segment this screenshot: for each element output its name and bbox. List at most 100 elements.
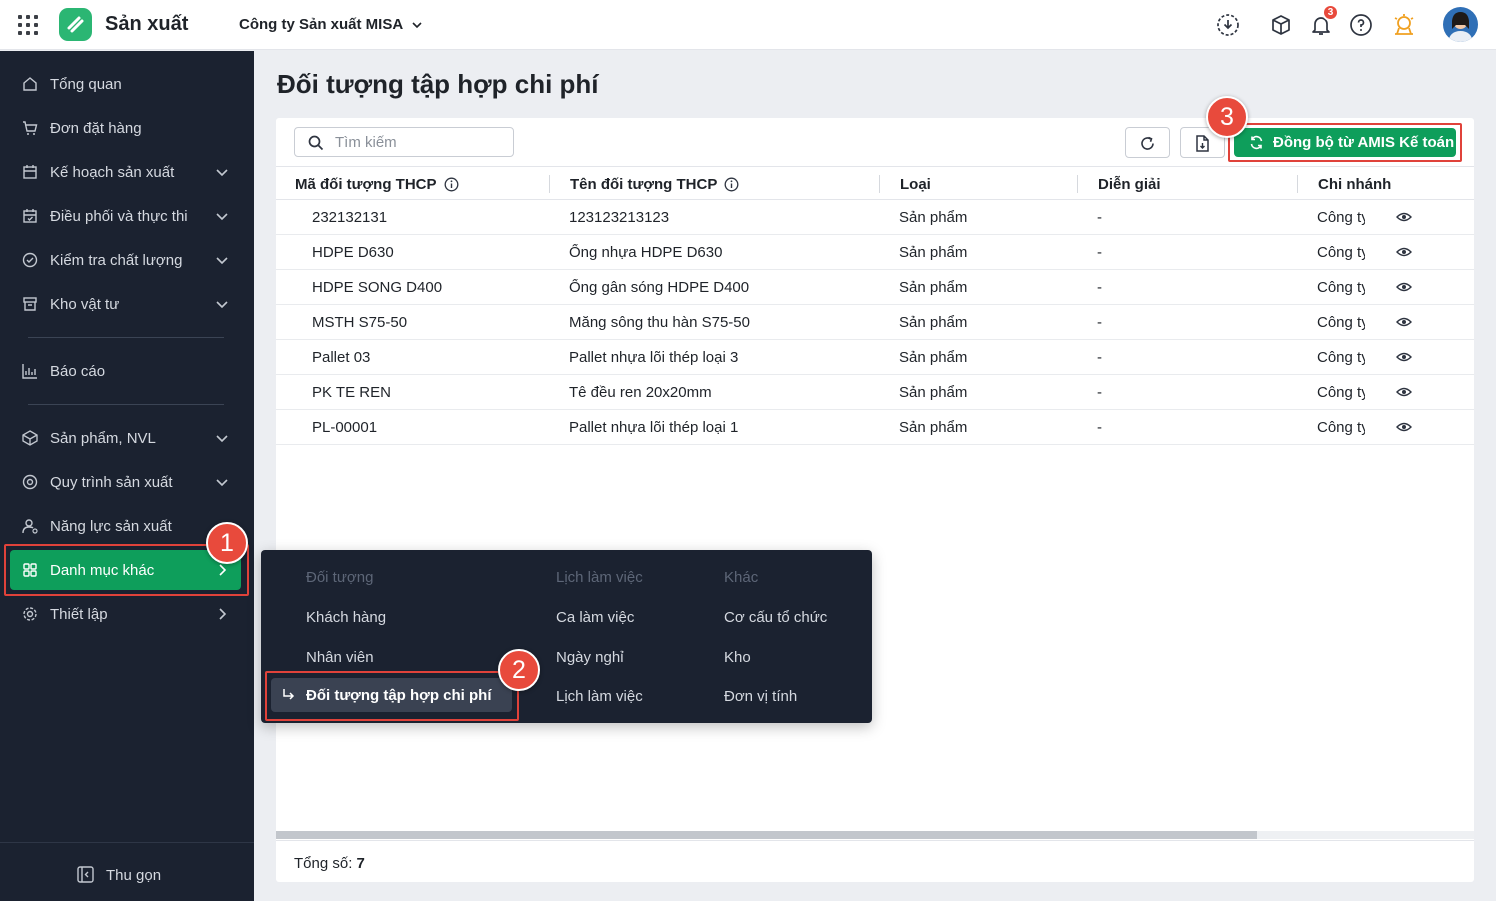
sidebar-item-products[interactable]: Sản phẩm, NVL	[10, 418, 241, 458]
menu-item-warehouse[interactable]: Kho	[724, 649, 751, 666]
sidebar-item-label: Sản phẩm, NVL	[50, 429, 156, 447]
menu-item-work-calendar[interactable]: Lịch làm việc	[556, 688, 643, 705]
column-header-description[interactable]: Diễn giải	[1098, 176, 1161, 193]
table-row[interactable]: 232132131 123123213123 Sản phẩm - Công t…	[276, 200, 1474, 235]
eye-icon[interactable]	[1396, 316, 1412, 328]
column-header-label: Diễn giải	[1098, 176, 1161, 193]
chevron-down-icon	[216, 213, 228, 221]
info-icon[interactable]	[444, 177, 459, 192]
table-row[interactable]: Pallet 03 Pallet nhựa lõi thép loại 3 Sả…	[276, 340, 1474, 375]
search-input[interactable]	[335, 133, 505, 151]
sidebar-item-production-plan[interactable]: Kế hoạch sản xuất	[10, 152, 241, 192]
cell-name: Măng sông thu hàn S75-50	[569, 314, 750, 331]
table-card: Đồng bộ từ AMIS Kế toán Mã đối tượng THC…	[276, 118, 1474, 882]
refresh-icon	[1141, 136, 1154, 150]
table-row[interactable]: HDPE SONG D400 Ống gân sóng HDPE D400 Sả…	[276, 270, 1474, 305]
menu-item-employees[interactable]: Nhân viên	[306, 649, 374, 666]
scrollbar-thumb[interactable]	[276, 831, 1257, 839]
info-icon[interactable]	[724, 177, 739, 192]
eye-icon[interactable]	[1396, 281, 1412, 293]
sidebar-item-reports[interactable]: Báo cáo	[10, 351, 241, 391]
sidebar-item-process[interactable]: Quy trình sản xuất	[10, 462, 241, 502]
cell-description: -	[1097, 384, 1102, 401]
chevron-down-icon	[216, 301, 228, 309]
file-export-icon	[1196, 135, 1209, 152]
cell-type: Sản phẩm	[899, 384, 968, 401]
sidebar-item-label: Điều phối và thực thi	[50, 207, 188, 225]
sidebar-item-label: Kho vật tư	[50, 295, 120, 313]
award-icon[interactable]	[1392, 13, 1416, 37]
table-row[interactable]: MSTH S75-50 Măng sông thu hàn S75-50 Sản…	[276, 305, 1474, 340]
menu-item-shifts[interactable]: Ca làm việc	[556, 609, 634, 626]
eye-icon[interactable]	[1396, 246, 1412, 258]
table-row[interactable]: PL-00001 Pallet nhựa lõi thép loại 1 Sản…	[276, 410, 1474, 445]
collapse-sidebar-button[interactable]: Thu gọn	[0, 842, 254, 901]
cart-icon	[23, 121, 38, 135]
eye-icon[interactable]	[1396, 351, 1412, 363]
column-header-label: Mã đối tượng THCP	[295, 176, 437, 193]
column-separator[interactable]	[1297, 175, 1298, 193]
column-header-label: Chi nhánh	[1318, 176, 1392, 193]
collapse-label: Thu gọn	[106, 867, 162, 884]
sidebar-item-settings[interactable]: Thiết lập	[10, 594, 241, 634]
box-icon[interactable]	[1269, 13, 1293, 37]
column-header-code[interactable]: Mã đối tượng THCP	[295, 176, 459, 193]
menu-item-customers[interactable]: Khách hàng	[306, 609, 386, 626]
column-header-branch[interactable]: Chi nhánh	[1318, 176, 1391, 193]
sidebar-item-dispatch[interactable]: Điều phối và thực thi	[10, 196, 241, 236]
cell-branch: Công ty	[1317, 384, 1365, 401]
sidebar-item-warehouse[interactable]: Kho vật tư	[10, 284, 241, 324]
cell-type: Sản phẩm	[899, 419, 968, 436]
company-selector[interactable]: Công ty Sản xuất MISA	[239, 16, 423, 33]
collapse-icon	[77, 866, 94, 883]
eye-icon[interactable]	[1396, 211, 1412, 223]
menu-item-org-structure[interactable]: Cơ cấu tổ chức	[724, 609, 827, 626]
highlight-box-step-3	[1228, 123, 1462, 162]
column-header-label: Tên đối tượng THCP	[570, 176, 718, 193]
eye-icon[interactable]	[1396, 386, 1412, 398]
horizontal-scrollbar[interactable]	[276, 831, 1474, 839]
sidebar-item-label: Báo cáo	[50, 362, 106, 380]
cell-name: Pallet nhựa lõi thép loại 3	[569, 349, 739, 366]
sidebar-item-quality[interactable]: Kiểm tra chất lượng	[10, 240, 241, 280]
help-icon[interactable]	[1349, 13, 1373, 37]
column-separator[interactable]	[1077, 175, 1078, 193]
cell-code: Pallet 03	[312, 349, 371, 366]
avatar[interactable]	[1443, 7, 1478, 42]
menu-item-units[interactable]: Đơn vị tính	[724, 688, 797, 705]
column-header-type[interactable]: Loại	[900, 176, 931, 193]
eye-icon[interactable]	[1396, 421, 1412, 433]
sidebar-item-label: Kiểm tra chất lượng	[50, 251, 183, 269]
table-row[interactable]: HDPE D630 Ống nhựa HDPE D630 Sản phẩm - …	[276, 235, 1474, 270]
cell-name: 123123213123	[569, 209, 670, 226]
flyout-header-schedule: Lịch làm việc	[556, 569, 643, 586]
cell-branch: Công ty	[1317, 419, 1365, 436]
column-separator[interactable]	[549, 175, 550, 193]
download-icon[interactable]	[1216, 13, 1240, 37]
sidebar-item-label: Năng lực sản xuất	[50, 517, 172, 535]
cell-description: -	[1097, 419, 1102, 436]
column-header-label: Loại	[900, 176, 931, 193]
sidebar-item-label: Tổng quan	[50, 75, 122, 93]
search-icon	[308, 135, 324, 151]
menu-item-holidays[interactable]: Ngày nghỉ	[556, 649, 624, 666]
cell-type: Sản phẩm	[899, 314, 968, 331]
column-header-name[interactable]: Tên đối tượng THCP	[570, 176, 739, 193]
apps-grid-icon[interactable]	[18, 15, 38, 35]
table-row[interactable]: PK TE REN Tê đều ren 20x20mm Sản phẩm - …	[276, 375, 1474, 410]
company-name: Công ty Sản xuất MISA	[239, 16, 404, 33]
search-box[interactable]	[294, 127, 514, 157]
quality-check-icon	[22, 252, 38, 268]
column-separator[interactable]	[879, 175, 880, 193]
sidebar-item-overview[interactable]: Tổng quan	[10, 64, 241, 104]
product-icon	[22, 430, 38, 446]
refresh-button[interactable]	[1125, 127, 1170, 158]
home-icon	[23, 77, 37, 91]
total-value: 7	[356, 855, 365, 872]
highlight-box-step-2	[265, 671, 519, 721]
sidebar-divider	[28, 337, 224, 338]
chevron-down-icon	[216, 169, 228, 177]
sidebar-item-orders[interactable]: Đơn đặt hàng	[10, 108, 241, 148]
cell-code: HDPE SONG D400	[312, 279, 443, 296]
chevron-down-icon	[412, 21, 422, 28]
